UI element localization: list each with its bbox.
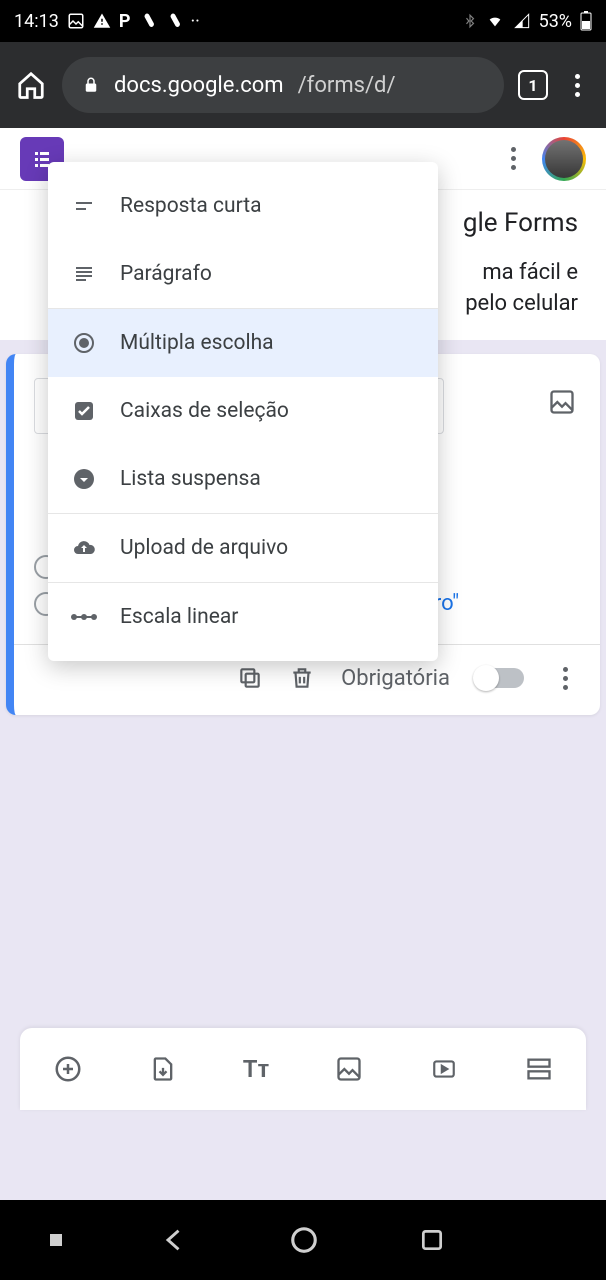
add-image-button[interactable] [548, 388, 576, 416]
dropdown-item-checkboxes[interactable]: Caixas de seleção [48, 377, 438, 445]
dd-label: Escala linear [120, 605, 238, 629]
chrome-toolbar: docs.google.com/forms/d/ 1 [0, 42, 606, 128]
nav-back-button[interactable] [161, 1226, 189, 1254]
android-statusbar: 14:13 P ·· 53% [0, 0, 606, 42]
bluetooth-icon [463, 12, 477, 30]
url-host: docs.google.com [114, 73, 284, 98]
nav-recent-small[interactable] [50, 1234, 62, 1246]
chrome-menu-button[interactable] [562, 74, 592, 97]
p-icon: P [119, 11, 131, 32]
question-type-dropdown: Resposta curta Parágrafo Múltipla escolh… [48, 162, 438, 661]
wifi-icon [485, 13, 505, 29]
radio-icon [70, 329, 98, 357]
nav-recent-button[interactable] [419, 1227, 445, 1253]
avast-icon-1 [138, 12, 156, 30]
cloud-upload-icon [70, 534, 98, 562]
paragraph-icon [70, 260, 98, 288]
nav-home-button[interactable] [289, 1225, 319, 1255]
forms-add-toolbar: Tᴛ [20, 1028, 586, 1110]
dropdown-item-dropdown[interactable]: Lista suspensa [48, 445, 438, 513]
duplicate-button[interactable] [237, 665, 263, 691]
dd-label: Upload de arquivo [120, 536, 288, 560]
add-question-button[interactable] [53, 1054, 83, 1084]
url-path: /forms/d/ [298, 73, 396, 98]
android-navbar [0, 1200, 606, 1280]
warning-icon [93, 12, 111, 30]
lock-icon [82, 75, 100, 95]
battery-icon [580, 11, 592, 31]
required-label: Obrigatória [341, 666, 450, 691]
url-bar[interactable]: docs.google.com/forms/d/ [62, 57, 504, 113]
forms-menu-button[interactable] [498, 147, 528, 170]
import-questions-button[interactable] [149, 1055, 177, 1083]
dd-label: Caixas de seleção [120, 399, 289, 423]
dd-label: Resposta curta [120, 194, 262, 218]
question-menu-button[interactable] [550, 667, 580, 690]
dd-label: Lista suspensa [120, 467, 261, 491]
dropdown-item-multiple-choice[interactable]: Múltipla escolha [48, 309, 438, 377]
dd-label: Múltipla escolha [120, 331, 274, 355]
add-title-button[interactable]: Tᴛ [243, 1055, 270, 1084]
status-time: 14:13 [14, 11, 59, 32]
dropdown-item-file-upload[interactable]: Upload de arquivo [48, 514, 438, 582]
dropdown-icon [70, 465, 98, 493]
linear-scale-icon [70, 603, 98, 631]
signal-icon [513, 13, 531, 29]
image-icon [67, 12, 85, 30]
tabs-button[interactable]: 1 [518, 70, 548, 100]
dropdown-item-short-answer[interactable]: Resposta curta [48, 172, 438, 240]
add-section-button[interactable] [525, 1055, 553, 1083]
status-battery-pct: 53% [539, 11, 572, 32]
checkbox-icon [70, 397, 98, 425]
required-toggle[interactable] [476, 668, 524, 688]
add-image-button[interactable] [335, 1055, 363, 1083]
delete-button[interactable] [289, 665, 315, 691]
dropdown-item-paragraph[interactable]: Parágrafo [48, 240, 438, 308]
add-video-button[interactable] [429, 1056, 459, 1082]
short-answer-icon [70, 192, 98, 220]
account-avatar[interactable] [542, 137, 586, 181]
dd-label: Parágrafo [120, 262, 212, 286]
more-dots-icon: ·· [190, 11, 199, 32]
avast-icon-2 [164, 12, 182, 30]
home-button[interactable] [14, 68, 48, 102]
dropdown-item-linear-scale[interactable]: Escala linear [48, 583, 438, 651]
